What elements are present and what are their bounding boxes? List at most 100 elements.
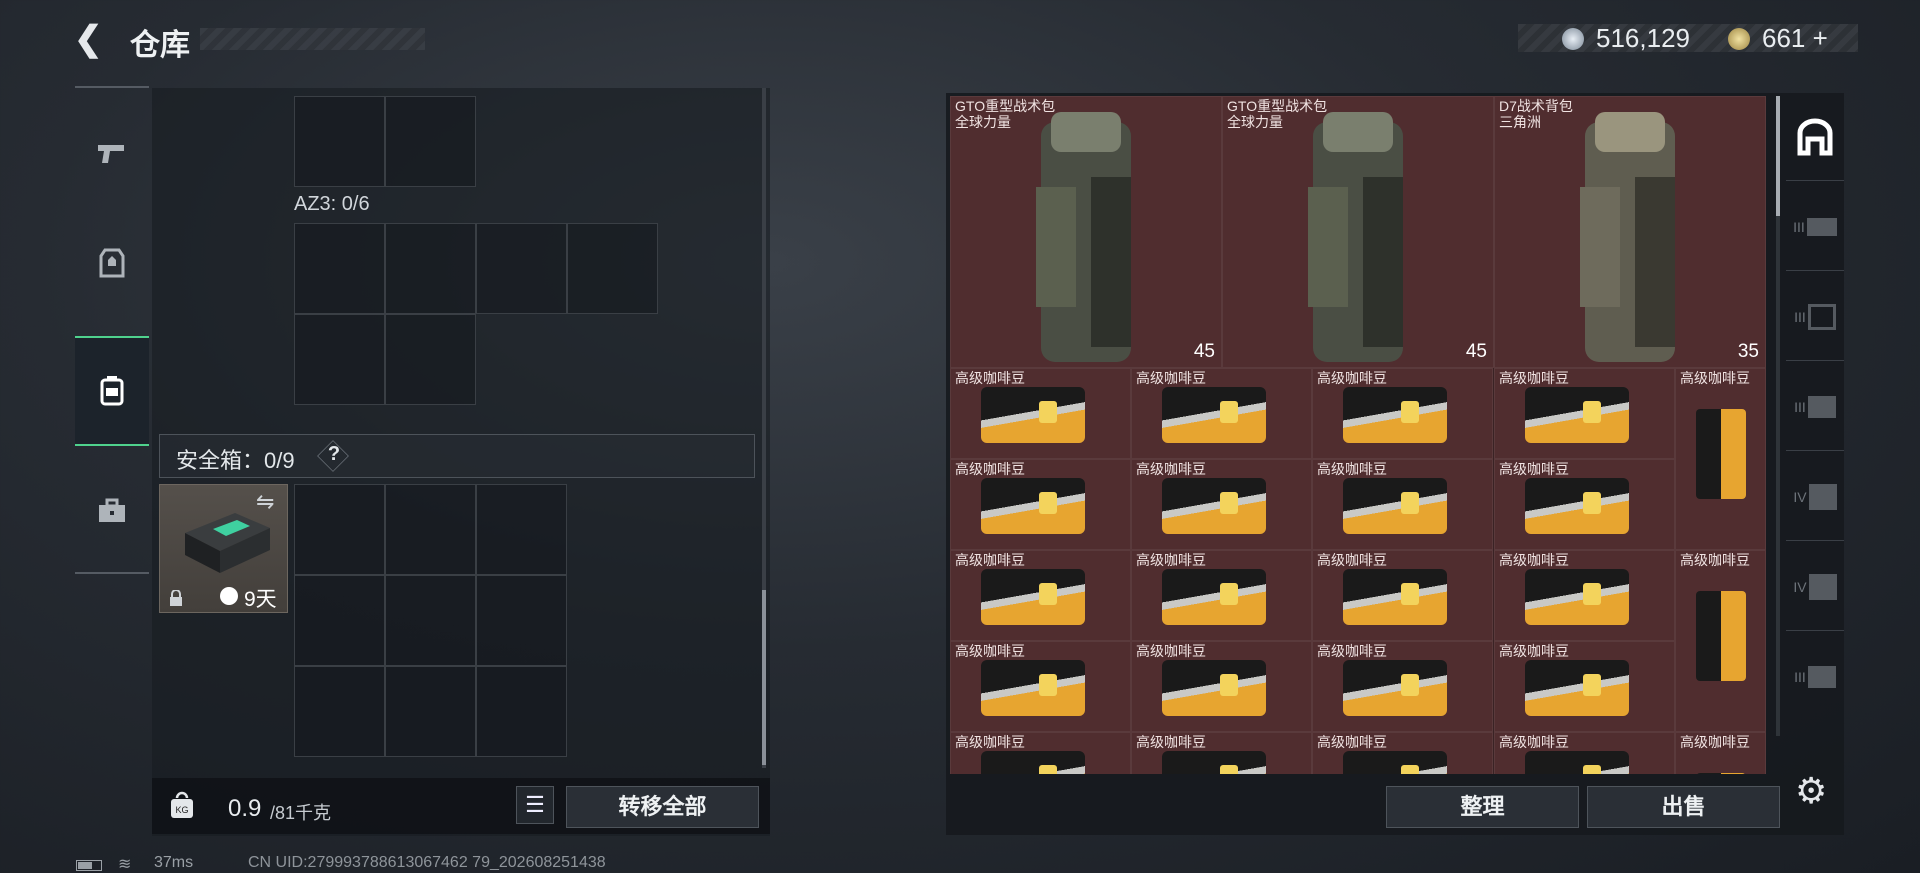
list-icon: ☰ xyxy=(525,792,545,817)
coffee-label-image xyxy=(1220,583,1238,605)
stash-item-coffee-beans[interactable]: 高级咖啡豆 xyxy=(950,459,1131,550)
sidebar-item-storage-3[interactable]: III xyxy=(1786,363,1844,451)
stash-item-coffee-beans[interactable]: 高级咖啡豆 xyxy=(950,368,1131,459)
coffee-label-image xyxy=(1583,492,1601,514)
safe-slot[interactable] xyxy=(385,484,476,575)
item-name: 高级咖啡豆 xyxy=(1136,734,1206,750)
backpack-icon xyxy=(100,376,124,406)
sidebar-tier-label: III xyxy=(1793,218,1805,235)
coffee-label-image xyxy=(1039,492,1057,514)
item-name: 高级咖啡豆 xyxy=(1680,552,1750,568)
stash-item-coffee-beans[interactable]: 高级咖啡豆 xyxy=(1494,732,1675,774)
stash-item-coffee-beans-tall[interactable]: 高级咖啡豆 xyxy=(1675,550,1766,732)
sidebar-item-storage-6[interactable]: III xyxy=(1786,633,1844,721)
safe-slot[interactable] xyxy=(294,666,385,757)
stash-scrollbar-thumb[interactable] xyxy=(1776,96,1780,216)
item-name: 高级咖啡豆 xyxy=(1680,370,1750,386)
safe-slot[interactable] xyxy=(385,666,476,757)
wifi-icon: ≋ xyxy=(118,856,132,873)
coffee-bag-image xyxy=(1525,478,1629,534)
grid-slot[interactable] xyxy=(385,314,476,405)
transfer-all-button[interactable]: 转移全部 xyxy=(566,786,759,828)
coffee-label-image xyxy=(1401,583,1419,605)
coffee-label-image xyxy=(1220,492,1238,514)
grid-slot[interactable] xyxy=(294,96,385,187)
stash-grid[interactable]: GTO重型战术包 全球力量 45 GTO重型战术包 全球力量 45 D7战术背包… xyxy=(950,96,1766,774)
grid-slot[interactable] xyxy=(385,96,476,187)
backpack-image xyxy=(1036,112,1131,362)
stash-item-coffee-beans[interactable]: 高级咖啡豆 xyxy=(1312,732,1493,774)
safe-slot[interactable] xyxy=(385,575,476,666)
coffee-bag-image xyxy=(1343,751,1447,774)
coffee-label-image xyxy=(1039,674,1057,696)
coffee-label-image xyxy=(1039,583,1057,605)
list-view-button[interactable]: ☰ xyxy=(516,786,554,824)
left-scrollbar-thumb[interactable] xyxy=(762,590,766,765)
back-arrow-icon[interactable]: ❮ xyxy=(74,22,108,56)
item-name: 高级咖啡豆 xyxy=(1680,734,1750,750)
sell-button[interactable]: 出售 xyxy=(1587,786,1780,828)
stash-item-coffee-beans[interactable]: 高级咖啡豆 xyxy=(950,732,1131,774)
coffee-bag-image xyxy=(1343,387,1447,443)
stash-item-coffee-beans[interactable]: 高级咖啡豆 xyxy=(1131,732,1312,774)
battery-level xyxy=(78,862,92,869)
safe-slot[interactable] xyxy=(294,575,385,666)
grid-slot[interactable] xyxy=(294,223,385,314)
ping-readout: 37ms xyxy=(154,854,194,871)
stash-sidebar: III III III IV IV III xyxy=(1786,93,1844,783)
tab-armor[interactable] xyxy=(75,208,149,318)
grid-slot[interactable] xyxy=(476,223,567,314)
stash-item-coffee-beans[interactable]: 高级咖啡豆 xyxy=(1131,368,1312,459)
stash-item-coffee-beans[interactable]: 高级咖啡豆 xyxy=(1312,550,1493,641)
safe-slot[interactable] xyxy=(476,575,567,666)
safe-slot[interactable] xyxy=(294,484,385,575)
gold-balance[interactable]: 661 + xyxy=(1762,23,1828,54)
sidebar-item-main-stash[interactable] xyxy=(1786,93,1844,181)
stash-item-backpack[interactable]: GTO重型战术包 全球力量 45 xyxy=(1222,96,1494,368)
storage-icon xyxy=(1807,395,1836,418)
stash-item-coffee-beans[interactable]: 高级咖啡豆 xyxy=(1494,550,1675,641)
safe-slot[interactable] xyxy=(476,666,567,757)
stash-item-coffee-beans[interactable]: 高级咖啡豆 xyxy=(1131,459,1312,550)
stash-item-coffee-beans[interactable]: 高级咖啡豆 xyxy=(1494,368,1675,459)
settings-gear-icon[interactable]: ⚙ xyxy=(1795,770,1827,812)
tab-backpack[interactable] xyxy=(75,336,149,446)
tab-toolbox[interactable] xyxy=(75,456,149,566)
item-name: 高级咖啡豆 xyxy=(955,734,1025,750)
stash-item-coffee-beans[interactable]: 高级咖啡豆 xyxy=(1312,641,1493,732)
grid-slot[interactable] xyxy=(385,223,476,314)
stash-item-coffee-beans[interactable]: 高级咖啡豆 xyxy=(1131,550,1312,641)
stash-item-coffee-beans-tall[interactable]: 高级咖啡豆 xyxy=(1675,368,1766,550)
item-name: 高级咖啡豆 xyxy=(1499,734,1569,750)
stash-item-coffee-beans[interactable]: 高级咖啡豆 xyxy=(1312,459,1493,550)
sidebar-item-storage-4[interactable]: IV xyxy=(1786,453,1844,541)
stash-item-coffee-beans[interactable]: 高级咖啡豆 xyxy=(950,550,1131,641)
tab-weapons[interactable] xyxy=(75,98,149,208)
stash-item-backpack[interactable]: GTO重型战术包 全球力量 45 xyxy=(950,96,1222,368)
stash-item-coffee-beans[interactable]: 高级咖啡豆 xyxy=(1494,641,1675,732)
backpack-image xyxy=(1308,112,1403,362)
sort-button[interactable]: 整理 xyxy=(1386,786,1579,828)
grid-slot[interactable] xyxy=(294,314,385,405)
help-icon[interactable]: ? xyxy=(324,443,344,466)
coffee-label-image xyxy=(1401,401,1419,423)
swap-icon[interactable]: ⇋ xyxy=(256,489,274,515)
sidebar-item-storage-1[interactable]: III xyxy=(1786,183,1844,271)
grid-slot[interactable] xyxy=(567,223,658,314)
stash-item-coffee-beans[interactable]: 高级咖啡豆 xyxy=(1312,368,1493,459)
sidebar-tier-label: III xyxy=(1794,308,1806,325)
stash-item-coffee-beans[interactable]: 高级咖啡豆 xyxy=(1131,641,1312,732)
stash-item-coffee-beans[interactable]: 高级咖啡豆 xyxy=(1494,459,1675,550)
stash-item-coffee-beans-tall[interactable]: 高级咖啡豆 xyxy=(1675,732,1766,774)
coffee-bag-image xyxy=(981,751,1085,774)
item-name: 高级咖啡豆 xyxy=(1499,643,1569,659)
sidebar-item-storage-2[interactable]: III xyxy=(1786,273,1844,361)
sidebar-tier-label: III xyxy=(1794,398,1806,415)
safe-slot[interactable] xyxy=(476,484,567,575)
stash-item-coffee-beans[interactable]: 高级咖啡豆 xyxy=(950,641,1131,732)
coffee-bag-image xyxy=(1525,751,1629,774)
stash-item-backpack[interactable]: D7战术背包 三角洲 35 xyxy=(1494,96,1766,368)
coffee-bag-image xyxy=(1343,569,1447,625)
sidebar-item-storage-5[interactable]: IV xyxy=(1786,543,1844,631)
gold-add-icon[interactable]: + xyxy=(1813,23,1828,53)
